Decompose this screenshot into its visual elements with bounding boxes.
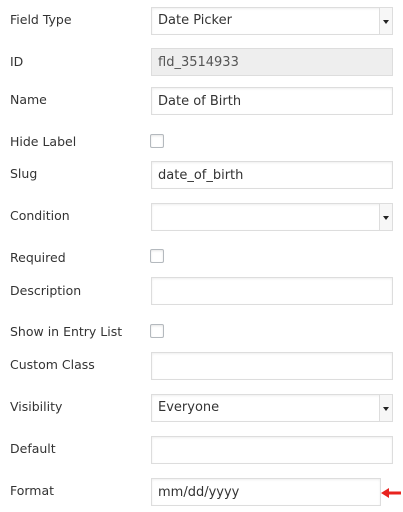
description-label: Description xyxy=(10,283,82,298)
visibility-label: Visibility xyxy=(10,399,63,414)
chevron-down-icon xyxy=(379,204,392,230)
custom-class-input[interactable] xyxy=(151,352,393,380)
id-field xyxy=(151,48,393,76)
description-input[interactable] xyxy=(151,277,393,305)
chevron-down-icon xyxy=(379,395,392,421)
field-type-select[interactable]: Date Picker xyxy=(151,7,393,35)
field-type-label: Field Type xyxy=(10,12,72,27)
condition-label: Condition xyxy=(10,208,70,223)
slug-label: Slug xyxy=(10,166,38,181)
show-in-entry-list-checkbox[interactable] xyxy=(150,324,164,338)
default-input[interactable] xyxy=(151,436,393,464)
condition-select[interactable] xyxy=(151,203,393,231)
field-settings-form: Field Type Date Picker ID Name Hide Labe… xyxy=(0,0,403,512)
name-label: Name xyxy=(10,92,47,107)
hide-label-label: Hide Label xyxy=(10,134,77,149)
required-label: Required xyxy=(10,250,66,265)
name-input[interactable] xyxy=(151,87,393,115)
id-label: ID xyxy=(10,54,24,69)
default-label: Default xyxy=(10,441,56,456)
left-arrow-icon xyxy=(381,488,401,498)
custom-class-label: Custom Class xyxy=(10,357,95,372)
show-in-entry-list-label: Show in Entry List xyxy=(10,324,123,339)
required-checkbox[interactable] xyxy=(150,249,164,263)
hide-label-checkbox[interactable] xyxy=(150,134,164,148)
visibility-value: Everyone xyxy=(158,400,220,415)
field-type-value: Date Picker xyxy=(158,13,232,28)
format-input[interactable] xyxy=(151,478,381,506)
format-label: Format xyxy=(10,483,55,498)
slug-input[interactable] xyxy=(151,161,393,189)
visibility-select[interactable]: Everyone xyxy=(151,394,393,422)
chevron-down-icon xyxy=(379,8,392,34)
